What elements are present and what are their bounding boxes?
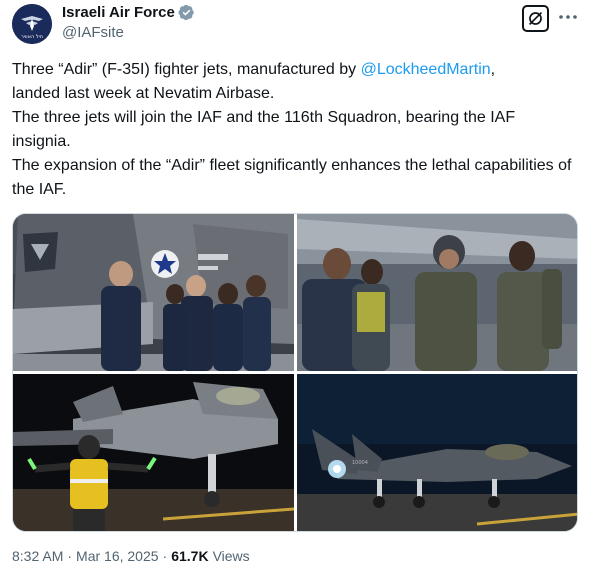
avatar[interactable]: חיל האוויר (12, 4, 52, 44)
meta-separator: · (67, 548, 73, 564)
tweet-meta: 8:32 AM · Mar 16, 2025 · 61.7K Views (12, 548, 250, 564)
tweet-date[interactable]: Mar 16, 2025 (76, 548, 159, 564)
tail-number-text: 10004 (352, 460, 368, 466)
iaf-logo-icon: חיל האוויר (12, 4, 52, 44)
tweet-time[interactable]: 8:32 AM (12, 548, 63, 564)
photo-jet-night-taxi[interactable]: 10004 (297, 374, 577, 531)
text-segment: landed last week at Nevatim Airbase. (12, 85, 275, 102)
photo-pilot-handshake[interactable] (297, 214, 577, 371)
views-count: 61.7K (171, 548, 209, 564)
photo-insignia-ceremony[interactable] (13, 214, 294, 371)
media-grid: 10004 (12, 213, 578, 532)
author-name[interactable]: Israeli Air Force (62, 4, 195, 21)
text-segment: Three “Adir” (F-35I) fighter jets, manuf… (12, 61, 361, 78)
tweet-paragraph-2: The three jets will join the IAF and the… (12, 109, 516, 150)
meta-separator: · (162, 548, 168, 564)
tweet-paragraph-1: Three “Adir” (F-35I) fighter jets, manuf… (12, 58, 578, 106)
mention-link[interactable]: @LockheedMartin (361, 61, 491, 78)
grok-button[interactable] (522, 5, 549, 32)
tweet-text: Three “Adir” (F-35I) fighter jets, manuf… (12, 58, 578, 202)
more-options-button[interactable] (556, 7, 580, 27)
author-name-text[interactable]: Israeli Air Force (62, 4, 175, 21)
views-label: Views (212, 548, 250, 564)
svg-text:חיל האוויר: חיל האוויר (21, 34, 43, 40)
verified-badge-icon (178, 4, 194, 21)
tweet-paragraph-3: The expansion of the “Adir” fleet signif… (12, 157, 572, 198)
text-segment: , (490, 61, 496, 78)
more-options-icon (559, 15, 577, 19)
photo-night-marshaller[interactable] (13, 374, 294, 531)
grok-icon (528, 11, 543, 26)
tweet[interactable]: חיל האוויר Israeli Air Force @IAFsite Th… (0, 0, 590, 570)
author-handle[interactable]: @IAFsite (62, 24, 124, 41)
